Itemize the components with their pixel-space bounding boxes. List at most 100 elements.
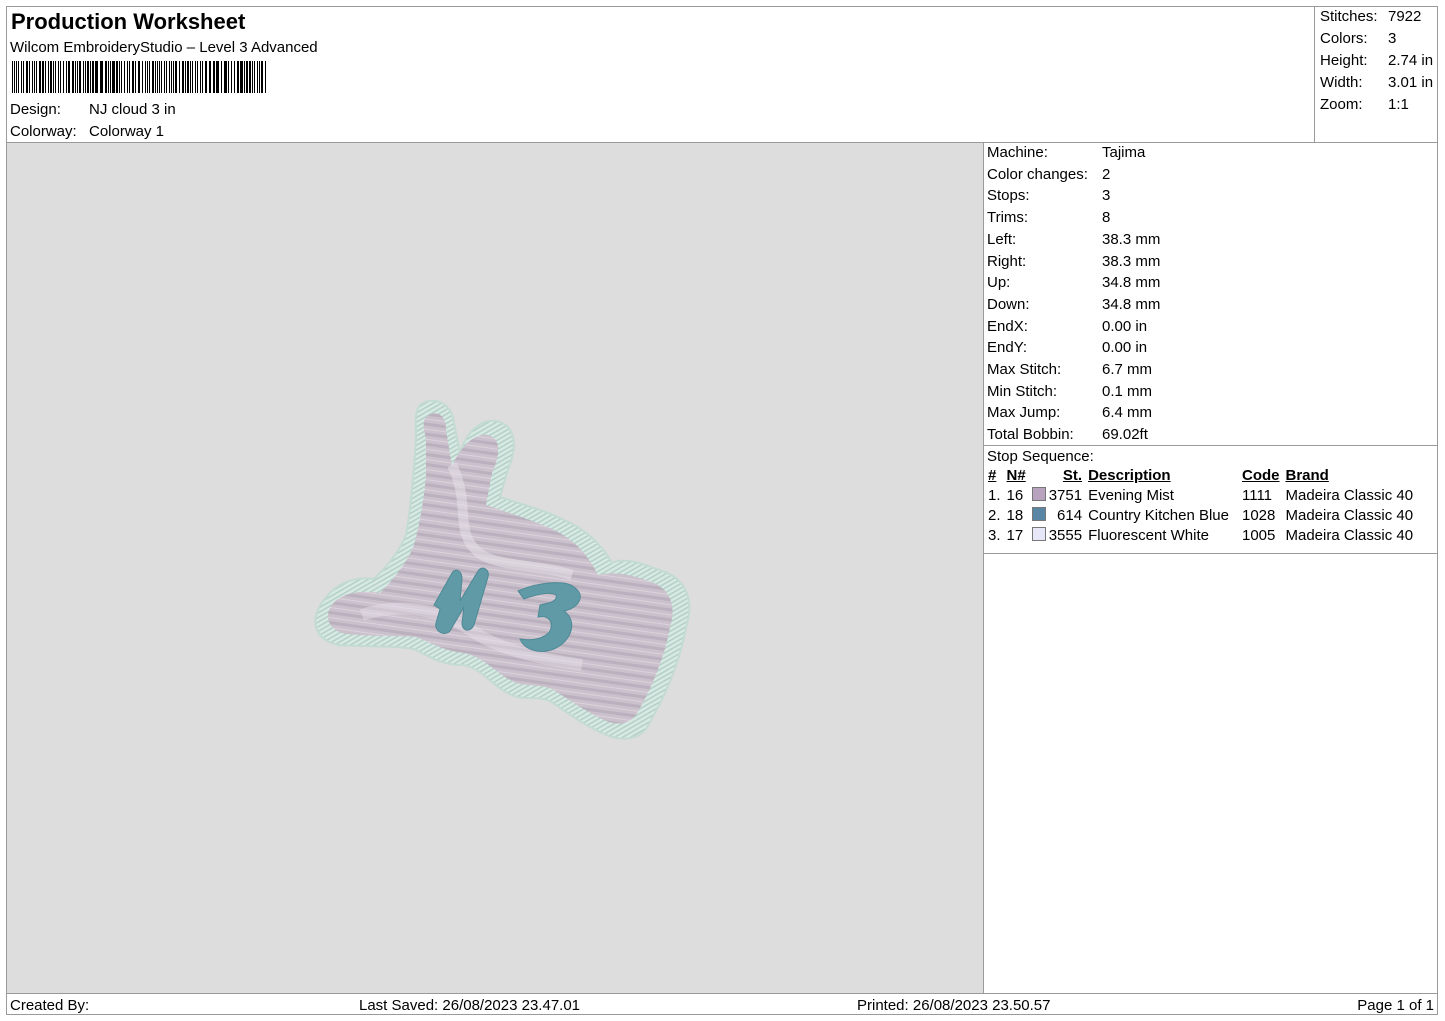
row-code: 1005 [1242, 527, 1276, 544]
worksheet: Production Worksheet Wilcom EmbroiderySt… [6, 6, 1438, 1015]
row-brand: Madeira Classic 40 [1285, 527, 1414, 544]
info-label: Total Bobbin: [987, 426, 1074, 444]
design-preview [7, 143, 984, 993]
stop-sequence-heading: Stop Sequence: [987, 448, 1094, 465]
color-swatch [1031, 487, 1046, 501]
row-needle: 17 [1006, 527, 1024, 544]
summary-width: Width: 3.01 in [1320, 74, 1434, 91]
table-header-row: # N# St. Description Code Brand [985, 465, 1416, 485]
row-stitches: 3751 [1048, 487, 1083, 504]
color-swatch [1031, 507, 1046, 521]
row-description: Evening Mist [1088, 487, 1174, 504]
row-index: 2. [988, 507, 1001, 524]
machine-info-panel: Machine: Tajima Color changes: 2 Stops: 3 Trim… [984, 143, 1437, 993]
info-value: 34.8 mm [1102, 274, 1161, 292]
color-swatch [1031, 527, 1046, 541]
info-row: EndY: 0.00 in [987, 339, 1147, 356]
row-index: 1. [988, 487, 1001, 504]
barcode [12, 61, 266, 93]
swatch-cell [1029, 485, 1046, 505]
info-value: Tajima [1102, 144, 1146, 161]
page-title: Production Worksheet [11, 9, 246, 34]
summary-colors: Colors: 3 [1320, 30, 1397, 47]
info-value: 34.8 mm [1102, 295, 1161, 313]
summary-stitches: Stitches: 7922 [1320, 8, 1422, 25]
colorway-label: Colorway: [10, 123, 77, 140]
info-value: 8 [1102, 209, 1111, 227]
info-value: 0.00 in [1102, 317, 1148, 335]
info-row: Color changes: 2 [987, 166, 1110, 183]
row-code: 1028 [1242, 507, 1276, 524]
footer: Created By: Last Saved: 26/08/2023 23.47… [7, 993, 1437, 1016]
sequence-divider-top [984, 445, 1437, 446]
row-description: Fluorescent White [1088, 527, 1209, 544]
created-by: Created By: [10, 997, 90, 1014]
row-code: 1111 [1242, 487, 1273, 504]
info-row: Down: 34.8 mm [987, 296, 1160, 313]
design-value: NJ cloud 3 in [89, 101, 176, 118]
info-row: Max Stitch: 6.7 mm [987, 361, 1152, 378]
info-row: Trims: 8 [987, 209, 1110, 226]
info-label: EndX: [987, 317, 1028, 335]
col-index: # [988, 467, 997, 484]
sequence-divider-bottom [984, 553, 1437, 554]
table-row: 2. 18 614 Country Kitchen Blue 1028 Madeira C… [985, 505, 1416, 525]
info-value: 6.7 mm [1102, 361, 1153, 378]
col-description: Description [1088, 467, 1171, 484]
info-label: Left: [987, 230, 1017, 248]
info-label: Max Jump: [987, 404, 1061, 422]
info-label: Max Stitch: [987, 361, 1062, 378]
stop-sequence-table: # N# St. Description Code Brand 1. 16 3751… [985, 465, 1416, 545]
info-value: 3 [1102, 187, 1111, 205]
info-label: Min Stitch: [987, 382, 1058, 400]
table-row: 1. 16 3751 Evening Mist 1111 Madeira Classic … [985, 485, 1416, 505]
col-code: Code [1242, 467, 1280, 484]
info-label: Trims: [987, 209, 1029, 227]
info-label: Down: [987, 295, 1030, 313]
info-row: Min Stitch: 0.1 mm [987, 383, 1152, 400]
summary-box: Stitches: 7922 Colors: 3 Height: 2.74 in Wi… [1314, 7, 1439, 143]
colorway-field: Colorway: Colorway 1 [10, 123, 164, 140]
col-needle: N# [1006, 467, 1026, 484]
row-needle: 16 [1006, 487, 1024, 504]
row-brand: Madeira Classic 40 [1285, 507, 1414, 524]
row-brand: Madeira Classic 40 [1285, 487, 1414, 504]
info-row: Machine: Tajima [987, 144, 1145, 161]
table-row: 3. 17 3555 Fluorescent White 1005 Madeira Cla… [985, 525, 1416, 545]
info-value: 38.3 mm [1102, 252, 1161, 270]
row-stitches: 614 [1057, 507, 1083, 524]
row-needle: 18 [1006, 507, 1024, 524]
info-row: Up: 34.8 mm [987, 274, 1160, 291]
colorway-value: Colorway 1 [89, 123, 165, 140]
swatch-cell [1029, 505, 1046, 525]
info-row: Max Jump: 6.4 mm [987, 404, 1152, 421]
info-row: Left: 38.3 mm [987, 231, 1160, 248]
info-value: 6.4 mm [1102, 404, 1153, 422]
info-row: Stops: 3 [987, 187, 1110, 204]
design-label: Design: [10, 101, 61, 118]
row-stitches: 3555 [1048, 527, 1083, 544]
row-index: 3. [988, 527, 1001, 544]
software-name: Wilcom EmbroideryStudio – Level 3 Advanc… [10, 39, 318, 56]
info-label: Right: [987, 252, 1027, 270]
printed-date: Printed: 26/08/2023 23.50.57 [857, 997, 1051, 1014]
info-value: 2 [1102, 165, 1111, 183]
col-stitches: St. [1062, 467, 1083, 484]
info-value: 0.1 mm [1102, 382, 1153, 400]
info-label: Stops: [987, 187, 1030, 205]
info-label: Machine: [987, 144, 1048, 161]
summary-zoom: Zoom: 1:1 [1320, 96, 1409, 113]
info-row: Total Bobbin: 69.02ft [987, 426, 1148, 443]
info-value: 38.3 mm [1102, 230, 1161, 248]
info-row: EndX: 0.00 in [987, 318, 1147, 335]
design-field: Design: NJ cloud 3 in [10, 101, 176, 118]
page-number: Page 1 of 1 [1357, 997, 1434, 1014]
header: Production Worksheet Wilcom EmbroiderySt… [7, 7, 1315, 143]
info-label: Color changes: [987, 165, 1088, 183]
info-label: Up: [987, 274, 1011, 292]
last-saved: Last Saved: 26/08/2023 23.47.01 [359, 997, 581, 1014]
info-value: 69.02ft [1102, 426, 1148, 444]
info-row: Right: 38.3 mm [987, 253, 1160, 270]
row-description: Country Kitchen Blue [1088, 507, 1229, 524]
swatch-cell [1029, 525, 1046, 545]
